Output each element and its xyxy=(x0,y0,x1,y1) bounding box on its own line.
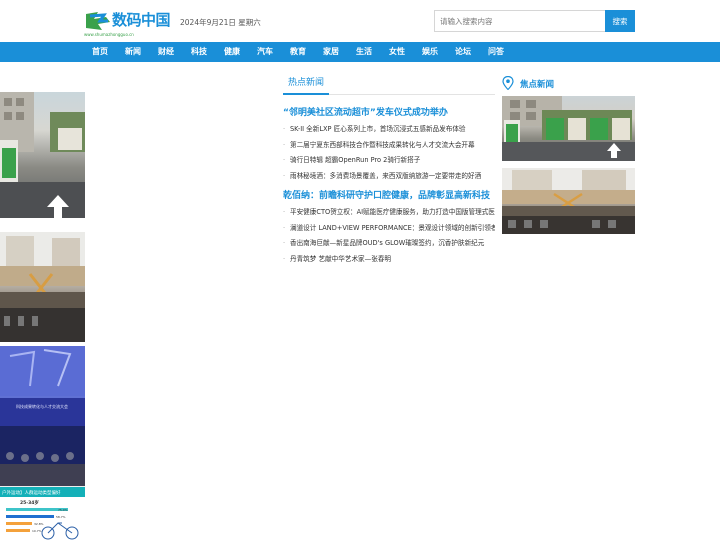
news-item[interactable]: 香出南海巨献—新星品牌OUD's GLOW璀璨签约，沉香护肤新纪元 xyxy=(283,236,495,252)
svg-text:58.7%: 58.7% xyxy=(56,515,66,519)
ad-image-street-booths[interactable] xyxy=(0,92,85,218)
ad-image-building[interactable] xyxy=(0,232,85,342)
focus-news-section: 焦点新闻 xyxy=(502,76,635,234)
ad-image-conference[interactable]: 科技成果转化与人才交流大会 xyxy=(0,346,85,486)
nav-item-tech[interactable]: 科技 xyxy=(191,42,207,62)
news-item[interactable]: 雨林秘境酒：多消费场景覆盖，来西双版纳旅游一定要带走的好酒 xyxy=(283,169,495,185)
focus-news-header: 焦点新闻 xyxy=(502,76,635,92)
main-nav: 首页 新闻 财经 科技 健康 汽车 教育 家居 生活 女性 娱乐 论坛 问答 xyxy=(0,42,720,62)
nav-item-home-living[interactable]: 家居 xyxy=(323,42,339,62)
header-date: 2024年9月21日 星期六 xyxy=(180,18,261,27)
street-scene-image xyxy=(0,92,85,218)
left-ad-strip: 科技成果转化与人才交流大会 户外运动】人群运动类型偏好 25-34岁 75.4%… xyxy=(0,92,85,540)
news-item[interactable]: 澜道设计 LAND+VIEW PERFORMANCE：景观设计领域的创新引领者 xyxy=(283,221,495,237)
headline-link[interactable]: “邻明美社区流动超市”发车仪式成功举办 xyxy=(283,105,495,118)
nav-item-entertainment[interactable]: 娱乐 xyxy=(422,42,438,62)
building-image xyxy=(502,168,635,234)
conference-image: 科技成果转化与人才交流大会 xyxy=(0,346,85,486)
news-list: SK-II 全新LXP 匠心系列上市，首场沉浸式五感新品发布体验 第二届宁夏东西… xyxy=(283,122,495,184)
nav-item-finance[interactable]: 财经 xyxy=(158,42,174,62)
search-input[interactable] xyxy=(434,10,606,32)
logo-url: www.shumazhongguo.cn xyxy=(84,32,134,37)
nav-item-women[interactable]: 女性 xyxy=(389,42,405,62)
focus-image-street-booths[interactable] xyxy=(502,96,635,161)
nav-item-auto[interactable]: 汽车 xyxy=(257,42,273,62)
logo-text: 数码中国 xyxy=(112,11,171,29)
news-item[interactable]: SK-II 全新LXP 匠心系列上市，首场沉浸式五感新品发布体验 xyxy=(283,122,495,138)
search-button[interactable]: 搜索 xyxy=(605,10,635,32)
arrow-up-icon xyxy=(607,143,621,151)
headline-link[interactable]: 乾佰纳：前瞻科研守护口腔健康，品牌彰显高新科技 xyxy=(283,188,495,201)
survey-banner-text: 户外运动】人群运动类型偏好 xyxy=(2,489,61,496)
nav-item-health[interactable]: 健康 xyxy=(224,42,240,62)
hot-news-tab[interactable]: 热点新闻 xyxy=(283,73,330,95)
news-item[interactable]: 第二届宁夏东西部科技合作暨科技成果转化与人才交流大会开幕 xyxy=(283,138,495,154)
survey-chart-image: 户外运动】人群运动类型偏好 25-34岁 75.4% 58.7% 32.8% 1… xyxy=(0,487,85,540)
news-item[interactable]: 丹青筑梦 艺献中华艺术家—张春明 xyxy=(283,252,495,268)
survey-age-label: 25-34岁 xyxy=(20,499,39,506)
focus-image-building[interactable] xyxy=(502,168,635,234)
hot-news-section: 热点新闻 “邻明美社区流动超市”发车仪式成功举办 SK-II 全新LXP 匠心系… xyxy=(283,70,495,267)
site-header: 数码中国 www.shumazhongguo.cn 2024年9月21日 星期六… xyxy=(0,0,720,42)
news-item[interactable]: 平安健康CTO贺立权：AI赋能医疗健康服务，助力打造中国版管理式医疗 xyxy=(283,205,495,221)
nav-list: 首页 新闻 财经 科技 健康 汽车 教育 家居 生活 女性 娱乐 论坛 问答 xyxy=(84,42,513,62)
nav-item-qa[interactable]: 问答 xyxy=(488,42,504,62)
news-item[interactable]: 骑行日特辑 超霸OpenRun Pro 2骑行新搭子 xyxy=(283,153,495,169)
nav-item-forum[interactable]: 论坛 xyxy=(455,42,471,62)
svg-text:75.4%: 75.4% xyxy=(58,508,68,512)
arrow-up-icon xyxy=(47,195,69,207)
conference-banner-text: 科技成果转化与人才交流大会 xyxy=(16,403,68,409)
site-logo[interactable]: 数码中国 www.shumazhongguo.cn xyxy=(84,10,174,37)
focus-news-title: 焦点新闻 xyxy=(520,80,555,90)
nav-item-education[interactable]: 教育 xyxy=(290,42,306,62)
nav-item-news[interactable]: 新闻 xyxy=(125,42,141,62)
building-image xyxy=(0,232,85,342)
svg-text:10.7%: 10.7% xyxy=(32,529,42,533)
location-pin-icon xyxy=(502,76,514,90)
logo-mark-icon xyxy=(86,12,110,30)
nav-item-home[interactable]: 首页 xyxy=(92,42,108,62)
nav-item-life[interactable]: 生活 xyxy=(356,42,372,62)
svg-text:32.8%: 32.8% xyxy=(34,522,44,526)
ad-image-survey-chart[interactable]: 户外运动】人群运动类型偏好 25-34岁 75.4% 58.7% 32.8% 1… xyxy=(0,486,85,540)
news-list: 平安健康CTO贺立权：AI赋能医疗健康服务，助力打造中国版管理式医疗 澜道设计 … xyxy=(283,205,495,267)
